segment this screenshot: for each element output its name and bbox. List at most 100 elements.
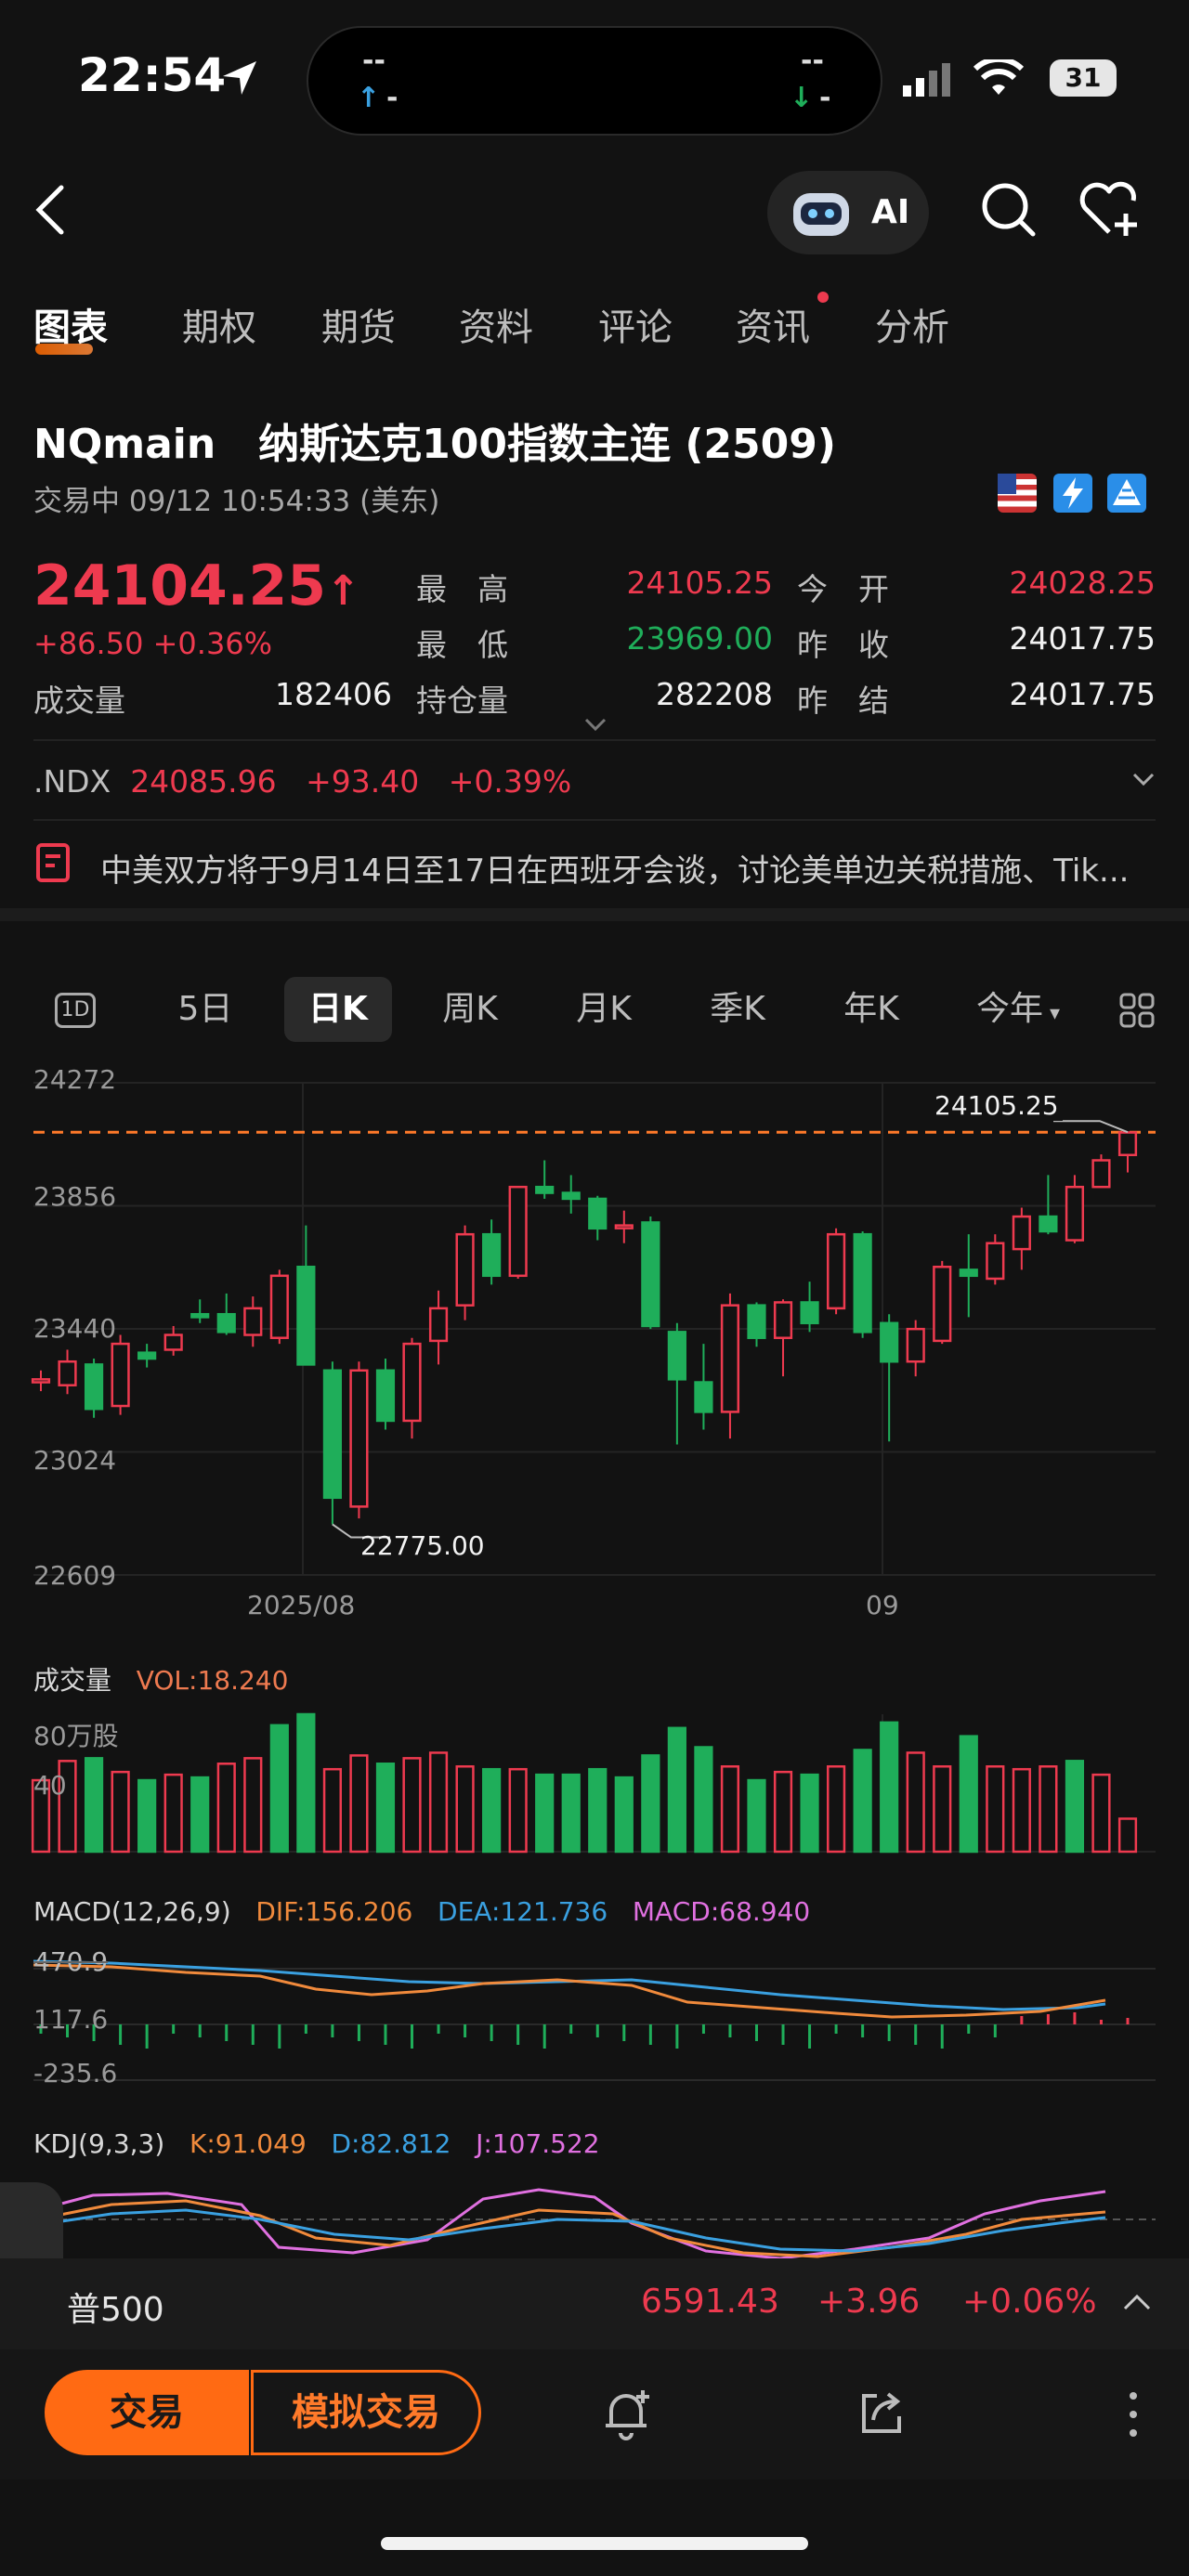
candle-body [455,1232,475,1307]
tab-chart[interactable]: 图表 [33,297,108,351]
y-tick-5: 22609 [33,1560,117,1591]
period-5d[interactable]: 5日 [163,977,247,1042]
volume-bar [243,1757,263,1854]
y-tick-4: 23024 [33,1445,117,1476]
home-indicator [381,2537,808,2550]
island-right-top: -- [801,45,824,77]
ticker-pct: +0.06% [962,2283,1097,2321]
back-chevron-icon[interactable] [28,182,74,238]
kdj-chart [33,2188,1156,2258]
open-interest-value: 282208 [656,676,773,712]
ndx-row[interactable]: .NDX 24085.96 +93.40 +0.39% [33,763,571,800]
volume-value: 182406 [275,676,392,712]
tab-futures[interactable]: 期货 [321,297,396,351]
volume-bar [111,1770,130,1854]
period-weekly-k[interactable]: 周K [427,977,513,1042]
volume-bar [428,1751,449,1854]
simulated-trade-button[interactable]: 模拟交易 [251,2370,481,2455]
tab-news[interactable]: 资讯 [736,297,810,351]
volume-bar [588,1767,608,1854]
share-icon[interactable] [856,2388,907,2439]
kline-period-tabs: 1D 5日 日K 周K 月K 季K 年K 今年 ▾ [0,977,1189,1042]
period-monthly-k[interactable]: 月K [561,977,647,1042]
candle-body [747,1304,766,1339]
period-daily-k[interactable]: 日K [284,977,392,1042]
dropdown-caret-icon: ▾ [1042,1002,1061,1025]
more-options-icon[interactable] [1122,2390,1144,2439]
period-1d-icon[interactable]: 1D [50,977,100,1042]
kdj-j: J:107.522 [476,2128,600,2159]
low-value: 23969.00 [626,620,773,657]
ticker-name: 普500 [67,2291,164,2329]
macd-title: MACD(12,26,9) [33,1896,231,1927]
volume-bar [402,1757,422,1854]
ai-assistant-button[interactable]: AI [767,171,929,254]
y-tick-3: 23440 [33,1313,117,1344]
volume-bar [508,1767,528,1854]
volume-bar [322,1767,342,1854]
candle-body [773,1301,793,1339]
grid-layout-icon[interactable] [1118,992,1156,1029]
candle-body [269,1274,289,1339]
high-price-marker: 24105.25 [931,1090,1063,1121]
candle-body [588,1197,608,1230]
candle-body [402,1342,422,1423]
volume-bar [1039,1764,1058,1854]
volume-bar [880,1721,899,1854]
period-yearly-k[interactable]: 年K [829,977,914,1042]
candlestick-chart[interactable] [0,1059,1189,1597]
ndx-expand-chevron-icon[interactable] [1131,771,1156,789]
wifi-icon [973,59,1024,95]
candle-body [482,1232,502,1278]
island-left-top: -- [362,45,385,77]
tab-comments[interactable]: 评论 [598,297,673,351]
add-favorite-heart-icon[interactable] [1078,180,1148,240]
volume-bar [827,1764,846,1854]
kdj-header: KDJ(9,3,3) K:91.049 D:82.812 J:107.522 [33,2128,600,2159]
volume-bar [720,1764,740,1854]
down-arrow-icon: ↓ [790,82,814,114]
volume-chart [31,1712,1156,1854]
candle-body [1065,1185,1085,1242]
news-headline[interactable]: 中美双方将于9月14日至17日在西班牙会谈，讨论美单边关税措施、Tik... [100,845,1159,891]
candle-body [535,1185,555,1194]
search-icon[interactable] [979,180,1039,240]
tab-profile[interactable]: 资料 [459,297,533,351]
volume-bar [349,1754,369,1854]
tab-analysis[interactable]: 分析 [875,297,949,351]
prev-close-value: 24017.75 [1009,620,1156,657]
tab-options[interactable]: 期权 [182,297,256,351]
candle-body [216,1312,236,1334]
price-up-arrow-icon: ↑ [326,567,360,615]
period-quarterly-k[interactable]: 季K [695,977,780,1042]
trade-button[interactable]: 交易 [45,2370,249,2455]
candle-body [111,1342,130,1408]
y-tick-2: 23856 [33,1181,117,1212]
period-ytd-dropdown[interactable]: 今年 ▾ [966,977,1070,1042]
y-tick-1: 24272 [33,1064,117,1095]
volume-bar [561,1773,581,1854]
last-price: 24104.25↑ [33,553,360,618]
chevron-up-icon[interactable] [1122,2292,1152,2312]
pyramid-badge-icon [1107,474,1146,513]
news-document-icon [36,843,70,882]
candle-body [508,1185,528,1278]
candle-body [933,1265,952,1343]
candle-body [827,1232,846,1310]
volume-bar [375,1763,396,1854]
volume-label: 成交量 [33,683,125,719]
volume-bar [1091,1773,1111,1854]
news-unread-dot [817,292,829,303]
volume-indicator-value: VOL:18.240 [136,1665,289,1696]
low-label: 最 低 [416,627,508,663]
section-divider [0,908,1189,921]
volume-mid-tick: 40 [33,1770,67,1801]
bottom-index-ticker[interactable]: 普500 6591.43 +3.96 +0.06% [0,2258,1189,2349]
candle-body [1117,1131,1138,1157]
add-alert-bell-icon[interactable] [602,2387,652,2440]
ndx-pct: +0.39% [448,763,572,800]
macd-tick-top: 470.9 [33,1946,109,1977]
kdj-title: KDJ(9,3,3) [33,2128,165,2159]
expand-stats-chevron-icon[interactable] [583,717,608,734]
instrument-name: 纳斯达克100指数主连 (2509) [258,421,836,468]
